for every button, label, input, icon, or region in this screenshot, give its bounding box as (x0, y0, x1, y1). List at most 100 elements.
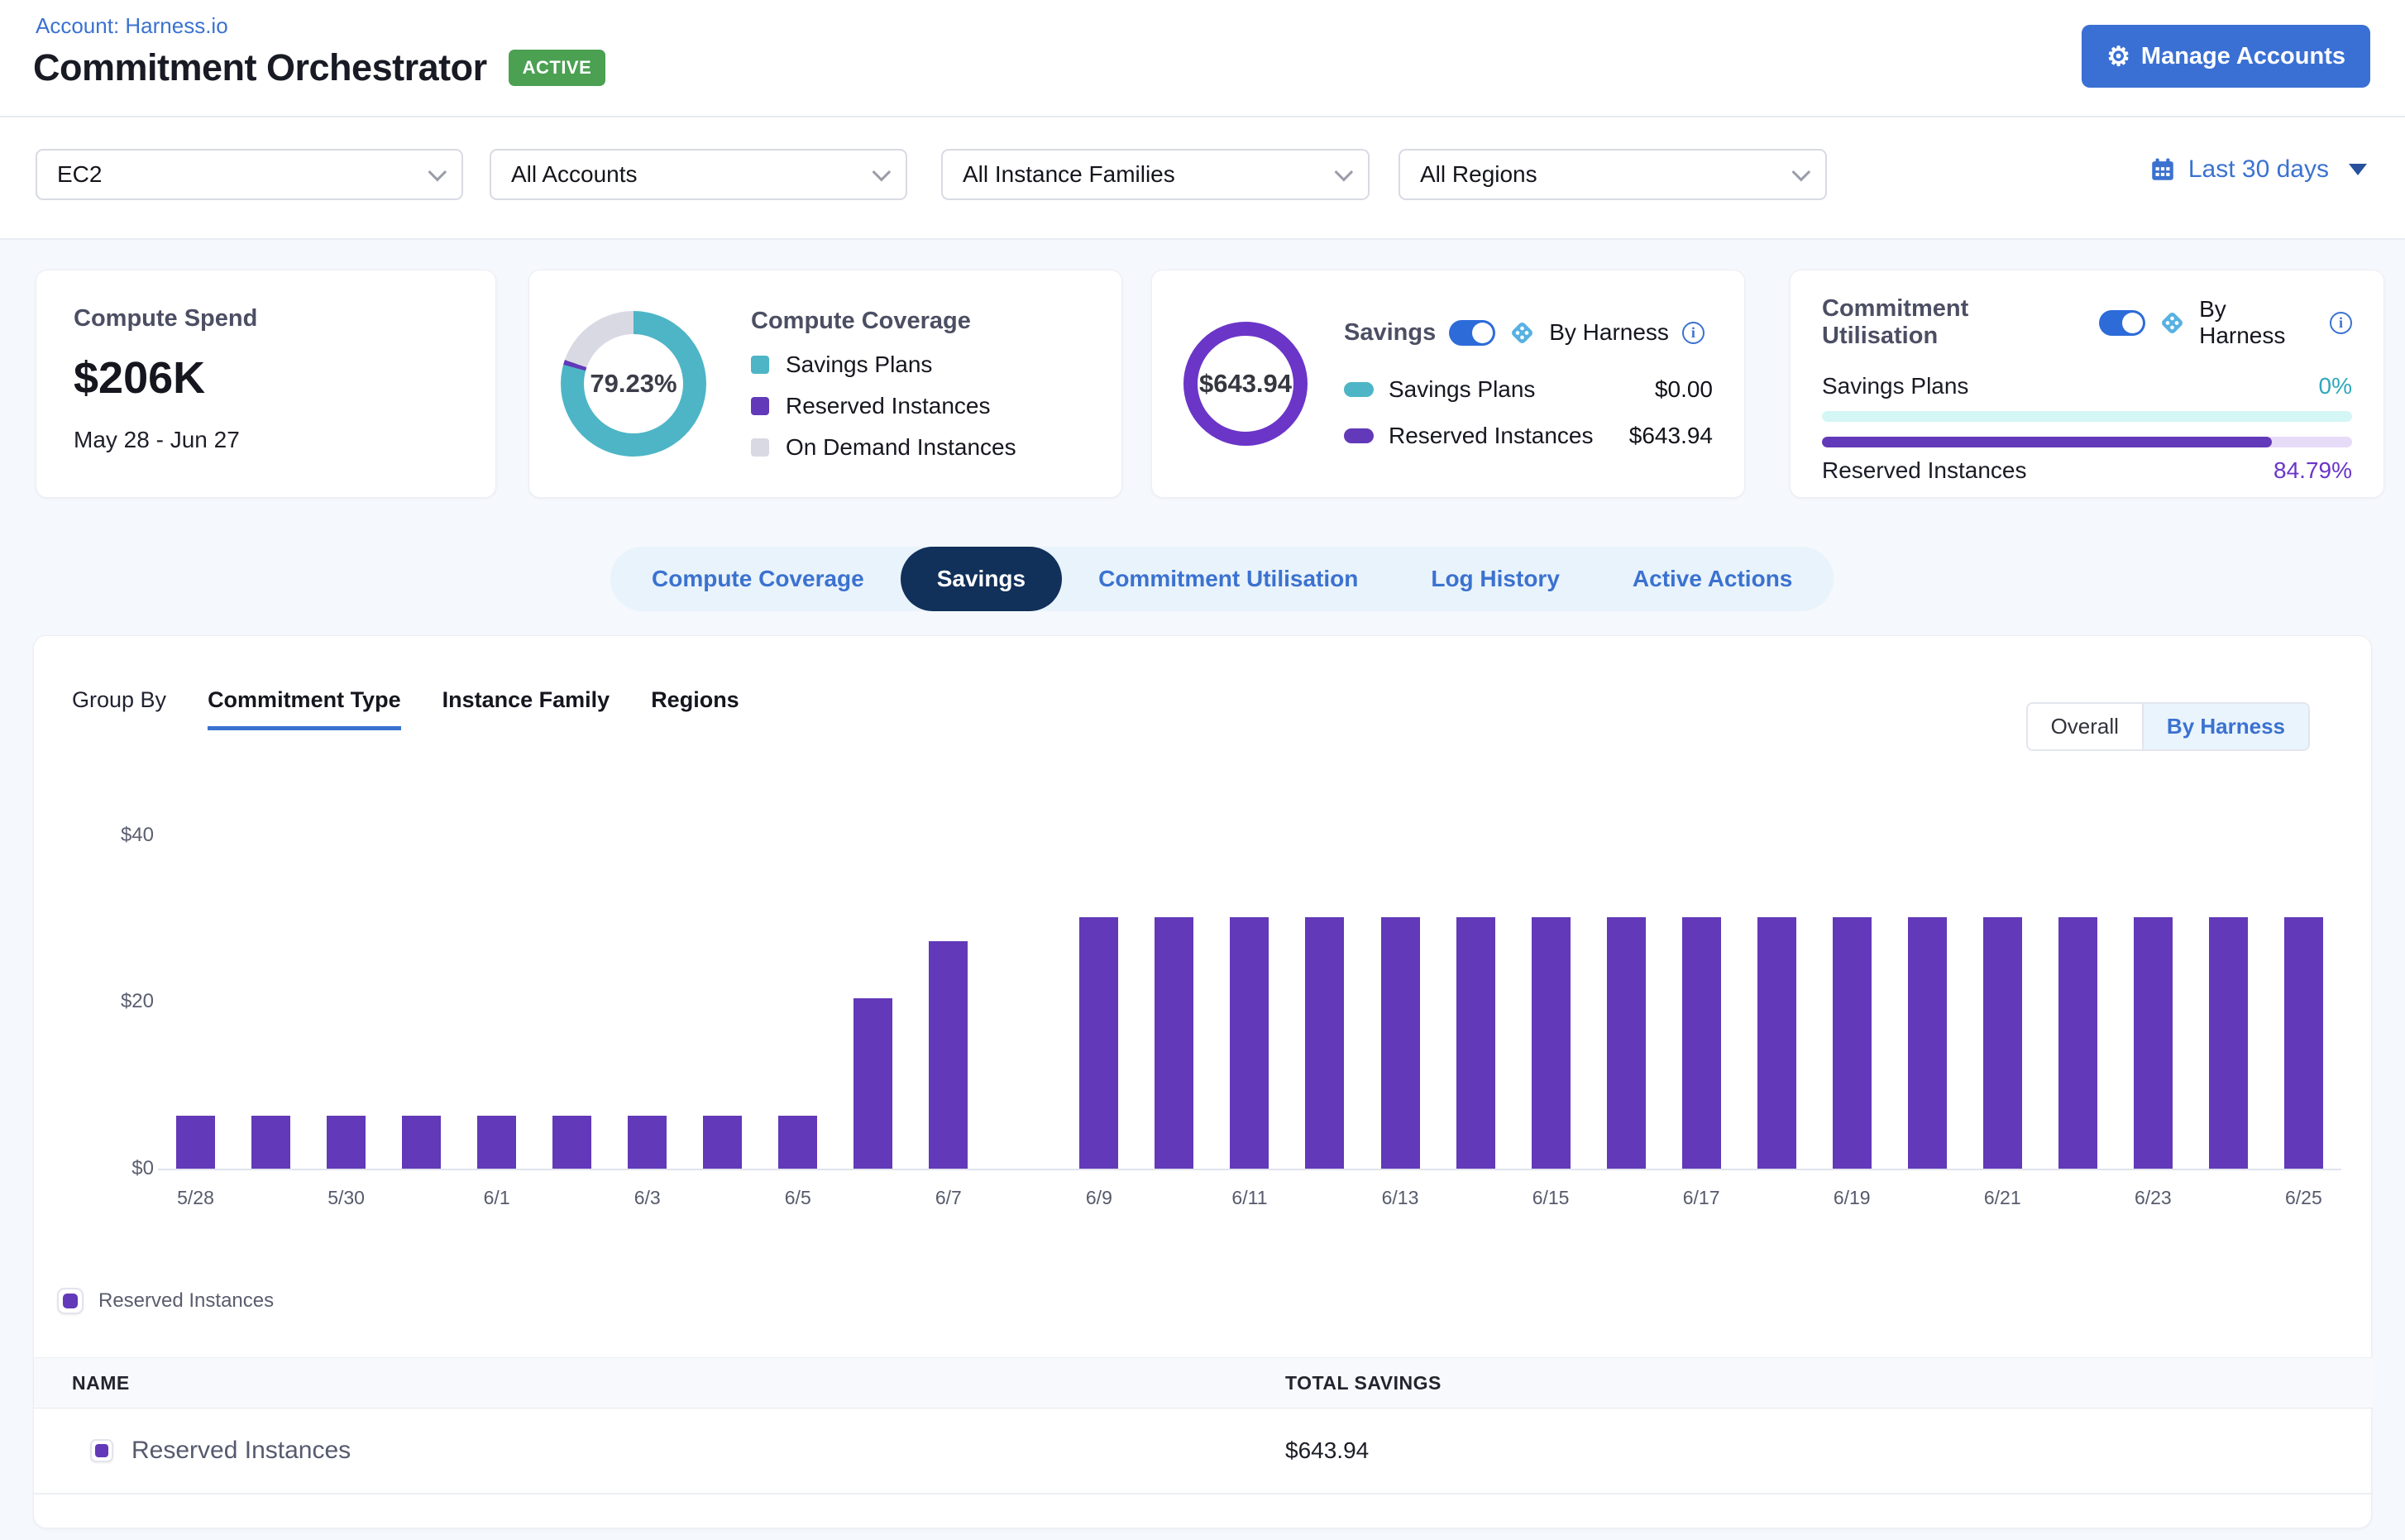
x-axis-label: 6/25 (2266, 1187, 2341, 1209)
x-axis-label (986, 1187, 1061, 1209)
compute-spend-card: Compute Spend $206K May 28 - Jun 27 (36, 270, 496, 498)
bar-6/10[interactable] (1136, 835, 1212, 1169)
bar-6/24[interactable] (2191, 835, 2266, 1169)
bar-6/6[interactable] (835, 835, 911, 1169)
bar-6/22[interactable] (2040, 835, 2116, 1169)
bar-6/1[interactable] (459, 835, 534, 1169)
info-icon[interactable]: i (1682, 322, 1705, 344)
bar-6/15[interactable] (1513, 835, 1589, 1169)
bar-6/9[interactable] (1061, 835, 1136, 1169)
x-axis-label: 5/30 (308, 1187, 384, 1209)
chevron-down-icon (1335, 163, 1354, 182)
bar-5/29[interactable] (233, 835, 308, 1169)
table-row[interactable]: Reserved Instances $643.94 (34, 1408, 2373, 1495)
checkbox-fill (63, 1294, 78, 1308)
compute-coverage-donut-value: 79.23% (584, 334, 683, 433)
accounts-select[interactable]: All Accounts (490, 149, 907, 200)
x-axis-label (534, 1187, 610, 1209)
bar-6/11[interactable] (1212, 835, 1287, 1169)
compute-coverage-donut-chart: 79.23% (561, 311, 706, 457)
legend-item: On Demand Instances (751, 434, 1016, 461)
tab-savings[interactable]: Savings (901, 547, 1062, 611)
tab-active-actions[interactable]: Active Actions (1596, 547, 1829, 611)
instance-families-select[interactable]: All Instance Families (941, 149, 1370, 200)
savings-row-value: $643.94 (1629, 423, 1713, 449)
bar-6/16[interactable] (1589, 835, 1664, 1169)
utilisation-by-harness-toggle[interactable] (2099, 310, 2145, 336)
chart-legend[interactable]: Reserved Instances (57, 1288, 274, 1314)
row-name: Reserved Instances (131, 1437, 351, 1465)
tab-log-history[interactable]: Log History (1394, 547, 1596, 611)
compute-spend-period: May 28 - Jun 27 (74, 427, 458, 453)
bar-6/3[interactable] (610, 835, 685, 1169)
bar-6/5[interactable] (760, 835, 835, 1169)
table-header: NAME TOTAL SAVINGS (34, 1357, 2373, 1408)
savings-row-value: $0.00 (1655, 376, 1713, 403)
compute-coverage-card: 79.23% Compute Coverage Savings Plans Re… (528, 270, 1122, 498)
bar-6/12[interactable] (1287, 835, 1362, 1169)
savings-donut-value: $643.94 (1199, 369, 1292, 399)
bar-6/13[interactable] (1363, 835, 1438, 1169)
bar-6/7[interactable] (911, 835, 986, 1169)
reserved-instances-legend-checkbox[interactable] (57, 1288, 84, 1314)
savings-title: Savings (1344, 319, 1436, 347)
bar-6/25[interactable] (2266, 835, 2341, 1169)
harness-logo-icon (1509, 319, 1536, 347)
service-select[interactable]: EC2 (36, 149, 463, 200)
row-checkbox[interactable] (90, 1439, 113, 1462)
legend-label: On Demand Instances (786, 434, 1016, 461)
tab-compute-coverage[interactable]: Compute Coverage (615, 547, 901, 611)
x-axis-label (835, 1187, 911, 1209)
commitment-utilisation-card: Commitment Utilisation By Harness i Savi… (1790, 270, 2384, 498)
x-axis-label (1287, 1187, 1362, 1209)
regions-select-value: All Regions (1420, 161, 1537, 188)
bar-6/18[interactable] (1739, 835, 1815, 1169)
bar-5/30[interactable] (308, 835, 384, 1169)
column-header-total-savings: TOTAL SAVINGS (1285, 1372, 1442, 1394)
reserved-instances-swatch (1344, 428, 1374, 443)
group-tab-commitment-type[interactable]: Commitment Type (208, 687, 401, 730)
savings-plans-swatch (751, 356, 769, 374)
manage-accounts-label: Manage Accounts (2141, 43, 2345, 70)
bar-6/23[interactable] (2116, 835, 2191, 1169)
instance-families-select-value: All Instance Families (963, 161, 1175, 188)
tab-commitment-utilisation[interactable]: Commitment Utilisation (1062, 547, 1394, 611)
group-tab-regions[interactable]: Regions (651, 687, 739, 726)
bar-6/21[interactable] (1965, 835, 2040, 1169)
savings-donut-chart: $643.94 (1183, 322, 1308, 446)
x-axis-labels: 5/285/306/16/36/56/76/96/116/136/156/176… (158, 1187, 2341, 1209)
view-option-overall[interactable]: Overall (2028, 704, 2142, 749)
bar-6/2[interactable] (534, 835, 610, 1169)
compute-spend-value: $206K (74, 352, 458, 404)
x-axis-label: 6/23 (2116, 1187, 2191, 1209)
view-option-by-harness[interactable]: By Harness (2142, 704, 2308, 749)
info-icon[interactable]: i (2330, 312, 2352, 334)
account-breadcrumb-link[interactable]: Account: Harness.io (36, 13, 228, 39)
service-select-value: EC2 (57, 161, 102, 188)
bar-5/31[interactable] (384, 835, 459, 1169)
x-axis-label: 6/21 (1965, 1187, 2040, 1209)
bar-6/8[interactable] (986, 835, 1061, 1169)
reserved-instances-utilisation-label: Reserved Instances (1822, 457, 2026, 484)
bar-6/14[interactable] (1438, 835, 1513, 1169)
bar-6/17[interactable] (1664, 835, 1739, 1169)
manage-accounts-button[interactable]: ⚙ Manage Accounts (2082, 25, 2370, 88)
savings-row-label: Savings Plans (1389, 376, 1535, 403)
legend-item: Savings Plans (751, 352, 1016, 378)
x-axis-label (1438, 1187, 1513, 1209)
x-axis-label: 6/1 (459, 1187, 534, 1209)
group-tab-instance-family[interactable]: Instance Family (442, 687, 610, 726)
x-axis-label: 6/11 (1212, 1187, 1287, 1209)
savings-table: NAME TOTAL SAVINGS Reserved Instances $6… (34, 1357, 2373, 1495)
bar-5/28[interactable] (158, 835, 233, 1169)
date-range-picker[interactable]: Last 30 days (2149, 155, 2367, 184)
x-axis-label: 6/17 (1664, 1187, 1739, 1209)
savings-by-harness-toggle[interactable] (1449, 320, 1495, 346)
regions-select[interactable]: All Regions (1399, 149, 1827, 200)
savings-bar-chart (158, 835, 2341, 1169)
bar-6/4[interactable] (685, 835, 760, 1169)
x-axis-label: 6/7 (911, 1187, 986, 1209)
bar-6/20[interactable] (1890, 835, 1965, 1169)
bar-6/19[interactable] (1815, 835, 1890, 1169)
row-total-savings: $643.94 (1285, 1437, 1369, 1464)
